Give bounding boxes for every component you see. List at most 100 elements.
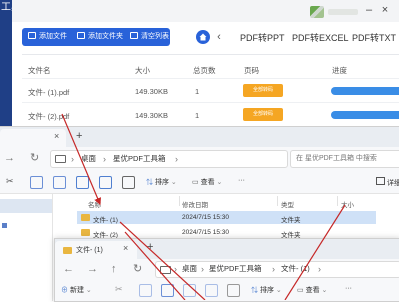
back-icon[interactable]: ←: [63, 262, 74, 276]
command-bar: ⊕ 新建 ⌄ ✂ ⇅ 排序 ⌄ ▭ 查看 ⌄ ···: [55, 279, 399, 301]
folder-icon: [63, 247, 72, 254]
paste-icon[interactable]: [53, 176, 66, 189]
sort-button[interactable]: ⇅ 排序 ⌄: [146, 177, 177, 187]
computer-icon: [160, 266, 171, 274]
divider: [22, 102, 399, 103]
minimize-button[interactable]: –: [362, 4, 376, 16]
breadcrumb-folder[interactable]: 星优PDF工具箱: [113, 151, 166, 167]
paste-icon[interactable]: [161, 284, 174, 297]
tab-pdf-to-ppt[interactable]: PDF转PPT: [240, 30, 285, 46]
up-icon[interactable]: ↑: [111, 262, 117, 276]
add-file-button[interactable]: 添加文件: [28, 28, 67, 46]
breadcrumb-folder[interactable]: 星优PDF工具箱: [209, 261, 262, 277]
action-button-bar: 添加文件 添加文件夹 清空列表: [22, 28, 170, 46]
forward-icon[interactable]: →: [87, 262, 98, 276]
add-folder-icon: [77, 32, 85, 39]
rename-icon[interactable]: [183, 284, 196, 297]
chevron-right-icon: ›: [174, 264, 177, 274]
home-button[interactable]: [196, 30, 210, 44]
close-button[interactable]: ×: [378, 4, 392, 16]
col-header-progress: 进度: [332, 66, 347, 75]
navigation-bar: → ↻ › 桌面 › 星优PDF工具箱 › 在 星优PDF工具箱 中搜索: [0, 147, 399, 169]
row2-convert-button[interactable]: 全部转码: [243, 108, 283, 121]
tab-pdf-to-excel[interactable]: PDF转EXCEL: [292, 30, 349, 46]
rename-icon[interactable]: [76, 176, 89, 189]
row1-size: 149.30KB: [135, 87, 168, 96]
row1-filename: 文件- (1).pdf: [28, 88, 70, 97]
share-icon[interactable]: [205, 284, 218, 297]
col-header-modified[interactable]: 修改日期: [182, 199, 208, 209]
share-icon[interactable]: [99, 176, 112, 189]
add-file-icon: [28, 32, 36, 39]
chevron-right-icon: ›: [272, 264, 275, 274]
breadcrumb-desktop[interactable]: 桌面: [182, 261, 197, 277]
view-button[interactable]: ▭ 查看 ⌄: [192, 177, 222, 187]
cut-icon[interactable]: ✂: [115, 284, 123, 295]
column-divider: [277, 196, 278, 206]
explorer-tab[interactable]: 文件- (1) ×: [55, 241, 137, 259]
col-header-type[interactable]: 类型: [281, 199, 294, 209]
details-button[interactable]: 详细: [376, 177, 399, 188]
more-options-button[interactable]: ···: [345, 285, 352, 292]
col-header-size[interactable]: 大小: [341, 199, 354, 209]
chevron-right-icon: ›: [318, 264, 321, 274]
search-box[interactable]: 在 星优PDF工具箱 中搜索: [290, 150, 399, 168]
nav-pane-selected-item[interactable]: [0, 199, 52, 213]
close-tab-icon[interactable]: ×: [123, 243, 128, 253]
view-button[interactable]: ▭ 查看 ⌄: [297, 285, 327, 295]
tab-scroll-left-icon[interactable]: ‹: [214, 29, 224, 45]
divider: [22, 54, 399, 55]
col-header-name[interactable]: 名称: [88, 199, 101, 209]
copy-icon[interactable]: [30, 176, 43, 189]
breadcrumb-subfolder[interactable]: 文件- (1): [281, 261, 310, 277]
new-tab-icon[interactable]: +: [147, 241, 153, 253]
navigation-bar: ← → ↑ ↻ › 桌面 › 星优PDF工具箱 › 文件- (1) ›: [55, 259, 399, 279]
row2-filename: 文件- (2).pdf: [28, 112, 70, 121]
chevron-right-icon: ›: [71, 154, 74, 164]
row2-size: 149.30KB: [135, 111, 168, 120]
col-header-page-range: 页码: [244, 66, 259, 75]
row2-progress-bar: [331, 111, 399, 119]
address-bar[interactable]: › 桌面 › 星优PDF工具箱 › 文件- (1) ›: [155, 261, 399, 278]
computer-icon: [55, 155, 66, 163]
file1-name: 文件- (1): [93, 217, 118, 224]
breadcrumb-desktop[interactable]: 桌面: [81, 151, 96, 167]
more-options-button[interactable]: ···: [238, 177, 245, 184]
explorer-window-subfolder: 文件- (1) × + ← → ↑ ↻ › 桌面 › 星优PDF工具箱 › 文件…: [54, 238, 399, 302]
cut-icon[interactable]: ✂: [6, 176, 14, 187]
row2-pages: 1: [195, 111, 200, 120]
row1-pages: 1: [195, 87, 200, 96]
add-folder-button[interactable]: 添加文件夹: [77, 28, 123, 46]
copy-icon[interactable]: [139, 284, 152, 297]
clear-list-icon: [130, 32, 138, 39]
folder-icon: [81, 214, 90, 221]
search-placeholder: 在 星优PDF工具箱 中搜索: [296, 155, 377, 162]
file1-date: 2024/7/15 15:30: [182, 214, 229, 221]
refresh-icon[interactable]: ↻: [133, 262, 142, 276]
new-tab-icon[interactable]: +: [76, 130, 82, 142]
divider: [22, 78, 399, 79]
tab-title: 文件- (1): [76, 247, 103, 254]
new-button[interactable]: ⊕ 新建 ⌄: [61, 285, 92, 295]
delete-icon[interactable]: [227, 284, 240, 297]
refresh-icon[interactable]: ↻: [30, 151, 39, 165]
forward-icon[interactable]: →: [4, 151, 15, 165]
home-icon: [199, 33, 207, 41]
close-tab-icon[interactable]: ×: [54, 131, 59, 141]
folder-icon: [81, 229, 90, 236]
command-bar: ✂ ⇅ 排序 ⌄ ▭ 查看 ⌄ ··· 详细: [0, 169, 399, 194]
brand-logo: [310, 6, 324, 18]
col-header-pages: 总页数: [193, 66, 216, 75]
nav-pane-item-icon[interactable]: [2, 223, 7, 228]
col-header-filename: 文件名: [28, 66, 51, 75]
blurred-text: [328, 9, 358, 15]
row1-convert-button[interactable]: 全部转码: [243, 84, 283, 97]
address-bar[interactable]: › 桌面 › 星优PDF工具箱 ›: [50, 150, 288, 168]
clear-list-button[interactable]: 清空列表: [130, 28, 169, 46]
file1-type: 文件夹: [281, 217, 301, 224]
delete-icon[interactable]: [122, 176, 135, 189]
column-divider: [179, 196, 180, 206]
chevron-right-icon: ›: [103, 154, 106, 164]
sort-button[interactable]: ⇅ 排序 ⌄: [251, 285, 282, 295]
tab-pdf-to-txt[interactable]: PDF转TXT: [352, 30, 396, 46]
